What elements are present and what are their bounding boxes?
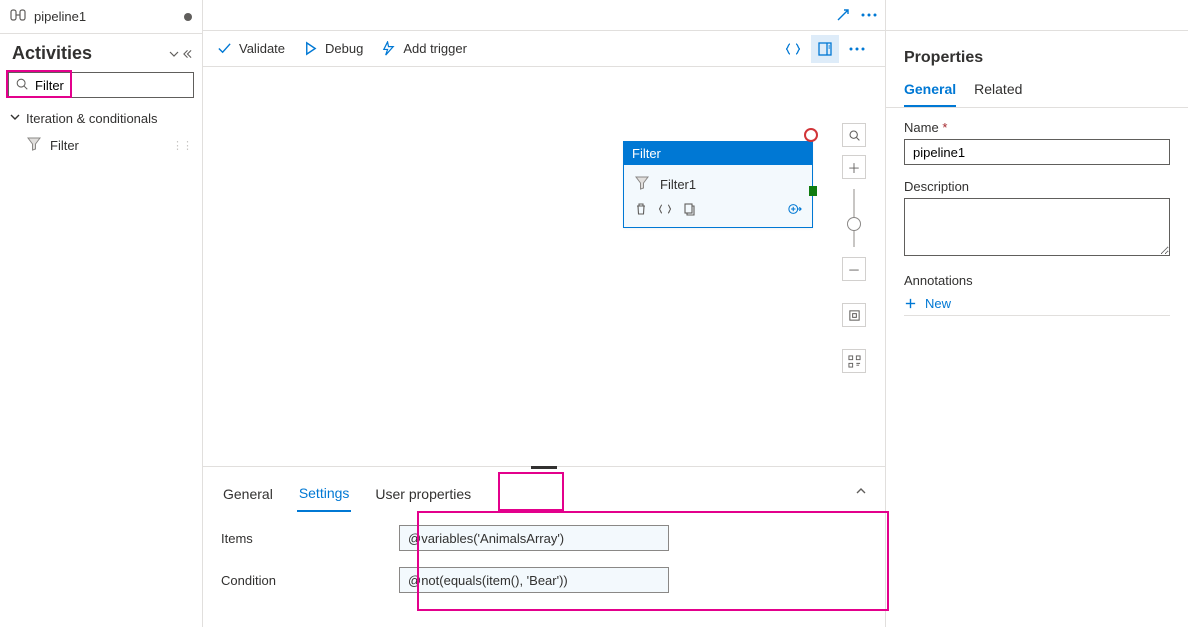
tab-user-properties[interactable]: User properties: [373, 474, 473, 511]
activities-search-input[interactable]: [35, 78, 187, 93]
validate-label: Validate: [239, 41, 285, 56]
activity-item-filter[interactable]: Filter ⋮⋮: [0, 131, 202, 160]
main-area: Validate Debug Add trigger: [203, 0, 886, 627]
activities-header: Activities: [0, 34, 202, 72]
validate-button[interactable]: Validate: [217, 41, 285, 56]
autolayout-button[interactable]: [842, 349, 866, 373]
condition-input[interactable]: [399, 567, 669, 593]
condition-label: Condition: [221, 573, 399, 588]
props-tab-general[interactable]: General: [904, 77, 956, 107]
filter-icon: [26, 136, 42, 155]
canvas-tools: ＋ －: [841, 123, 867, 373]
pipeline-tab-title: pipeline1: [34, 9, 176, 24]
code-view-button[interactable]: [779, 35, 807, 63]
expand-icon[interactable]: [833, 5, 853, 25]
activities-title: Activities: [12, 43, 169, 64]
copy-icon[interactable]: [682, 202, 696, 219]
annotations-label: Annotations: [904, 273, 1170, 288]
add-annotation-label: New: [925, 296, 951, 311]
group-label: Iteration & conditionals: [26, 111, 158, 126]
toolbar-more-button[interactable]: [843, 35, 871, 63]
unsaved-indicator-icon: [184, 13, 192, 21]
activity-node-filter[interactable]: Filter Filter1: [623, 141, 813, 228]
chevron-down-icon: [10, 112, 20, 125]
pipeline-description-input[interactable]: [904, 198, 1170, 256]
pipeline-toolbar: Validate Debug Add trigger: [203, 31, 885, 67]
bottom-panel: General Settings User properties Items C…: [203, 466, 885, 627]
pipeline-icon: [10, 7, 26, 26]
properties-pane: Properties General Related Name * Descri…: [886, 0, 1188, 627]
properties-toggle-button[interactable]: [811, 35, 839, 63]
add-annotation-button[interactable]: New: [904, 292, 1170, 316]
pipeline-canvas[interactable]: Filter Filter1: [203, 67, 885, 466]
activities-group-header[interactable]: Iteration & conditionals: [0, 106, 202, 131]
zoom-slider[interactable]: [853, 189, 855, 247]
tab-general[interactable]: General: [221, 474, 275, 511]
add-trigger-button[interactable]: Add trigger: [381, 41, 467, 56]
debug-button[interactable]: Debug: [303, 41, 363, 56]
zoom-slider-thumb[interactable]: [847, 217, 861, 231]
properties-title: Properties: [886, 31, 1188, 77]
collapse-panel-icon[interactable]: [855, 485, 867, 500]
debug-label: Debug: [325, 41, 363, 56]
zoom-out-button[interactable]: －: [842, 257, 866, 281]
activities-sidebar: pipeline1 Activities Iteration & c: [0, 0, 203, 627]
fit-screen-button[interactable]: [842, 303, 866, 327]
node-type-label: Filter: [624, 142, 812, 165]
search-icon: [15, 77, 29, 94]
node-name: Filter1: [660, 177, 696, 192]
activities-search[interactable]: [8, 72, 194, 98]
collapse-chevrons-icon[interactable]: [169, 49, 192, 59]
props-tab-related[interactable]: Related: [974, 77, 1022, 107]
more-icon[interactable]: [859, 5, 879, 25]
drag-handle-icon[interactable]: ⋮⋮: [172, 139, 192, 152]
output-handle[interactable]: [809, 186, 817, 196]
zoom-in-button[interactable]: ＋: [842, 155, 866, 179]
items-label: Items: [221, 531, 399, 546]
code-icon[interactable]: [658, 202, 672, 219]
validation-error-icon: [804, 128, 818, 142]
tab-settings[interactable]: Settings: [297, 473, 352, 512]
activity-item-label: Filter: [50, 138, 79, 153]
name-field-label: Name *: [904, 120, 1170, 135]
description-field-label: Description: [904, 179, 1170, 194]
pipeline-name-input[interactable]: [904, 139, 1170, 165]
add-trigger-label: Add trigger: [403, 41, 467, 56]
pipeline-tab[interactable]: pipeline1: [0, 0, 202, 34]
filter-icon: [634, 175, 650, 194]
delete-icon[interactable]: [634, 202, 648, 219]
add-output-icon[interactable]: [788, 202, 802, 219]
items-input[interactable]: [399, 525, 669, 551]
canvas-search-button[interactable]: [842, 123, 866, 147]
tab-topbar: [203, 0, 885, 31]
